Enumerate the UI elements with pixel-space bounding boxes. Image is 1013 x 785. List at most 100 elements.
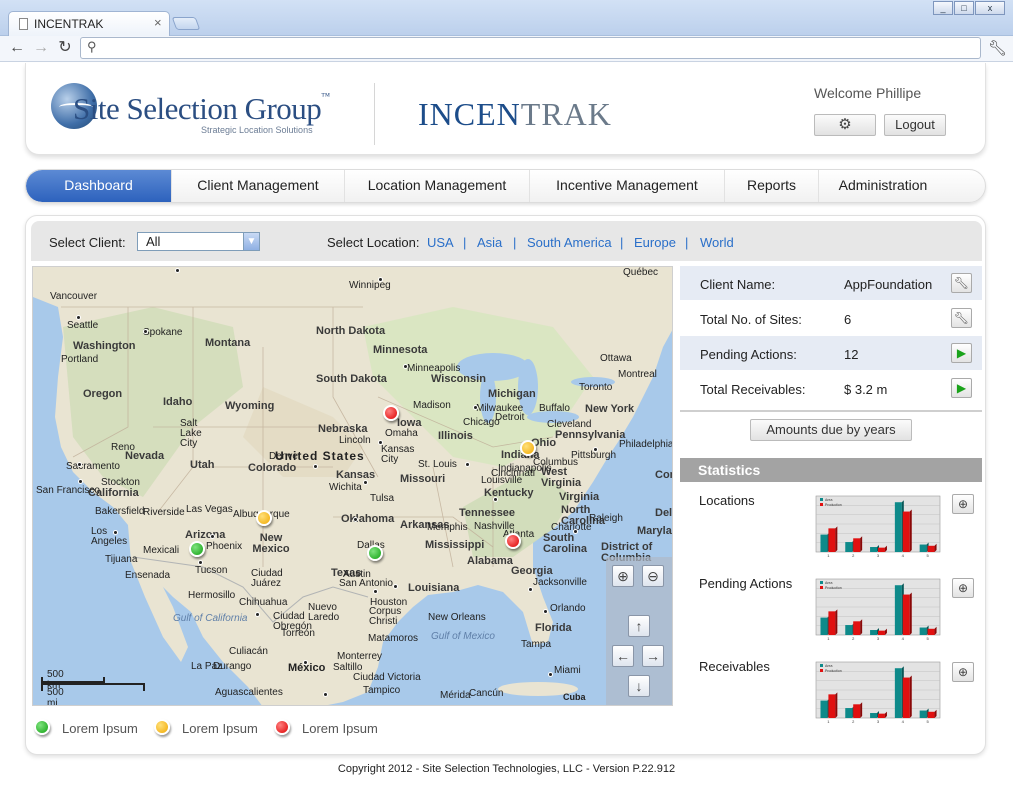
city-dot — [210, 534, 215, 539]
settings-button[interactable]: ⚙ — [814, 114, 876, 136]
pending-actions-chart[interactable]: AreaProduction 1 2 3 4 5 — [802, 573, 948, 645]
nav-administration[interactable]: Administration — [819, 170, 947, 202]
map-city-label: St. Louis — [418, 459, 457, 470]
zoom-in-icon[interactable]: ⊕ — [612, 565, 634, 587]
chart-bar — [853, 621, 861, 635]
map-city-label: Durango — [213, 661, 252, 672]
chevron-down-icon[interactable]: ▼ — [243, 233, 259, 250]
nav-client-management[interactable]: Client Management — [172, 170, 345, 202]
forward-arrow-icon[interactable]: → — [31, 38, 51, 58]
map-city-label: Omaha — [385, 428, 418, 439]
address-bar[interactable]: ⚲ — [80, 37, 981, 59]
logout-button[interactable]: Logout — [884, 114, 946, 136]
close-window-button[interactable]: x — [975, 1, 1005, 15]
chart-legend-label: Area — [825, 498, 832, 502]
map-city-label: Monterrey — [337, 651, 383, 662]
chart-legend-swatch — [820, 498, 823, 501]
city-dot — [378, 440, 383, 445]
site-marker-green[interactable] — [189, 541, 205, 557]
map-city-label: Nuevo Laredo — [308, 602, 340, 623]
nav-incentive-management[interactable]: Incentive Management — [530, 170, 725, 202]
location-map[interactable]: United States México Gulf of California … — [32, 266, 673, 706]
map-city-label: Chihuahua — [239, 597, 288, 608]
site-marker-yellow[interactable] — [256, 510, 272, 526]
map-city-label: Charlotte — [551, 522, 592, 533]
zoom-icon[interactable]: ⊕ — [952, 578, 974, 598]
chart-x-tick: 3 — [877, 719, 880, 724]
map-state-label: Michigan — [488, 388, 536, 400]
main-nav: Dashboard Client Management Location Man… — [25, 169, 986, 203]
city-dot — [363, 480, 368, 485]
client-select[interactable]: All ▼ — [137, 232, 260, 251]
map-city-label: Culiacán — [229, 646, 268, 657]
map-city-label: Matamoros — [368, 633, 419, 644]
client-select-value: All — [146, 234, 161, 249]
browser-tab-strip: INCENTRAK × _ □ x — [0, 0, 1013, 36]
site-marker-red[interactable] — [383, 405, 399, 421]
close-tab-icon[interactable]: × — [154, 15, 162, 30]
chart-bar — [902, 511, 910, 552]
map-city-label: Philadelphia — [619, 439, 673, 450]
new-tab-button[interactable] — [171, 17, 201, 30]
nav-reports[interactable]: Reports — [725, 170, 819, 202]
arrow-up-icon[interactable]: ↑ — [628, 615, 650, 637]
play-icon[interactable]: ▶ — [951, 378, 972, 398]
minimize-button[interactable]: _ — [933, 1, 953, 15]
map-city-label: Phoenix — [206, 541, 243, 552]
nav-dashboard[interactable]: Dashboard — [26, 170, 172, 202]
location-link-asia[interactable]: Asia — [477, 235, 502, 250]
map-controls: ⊕ ⊖ ↑ ← → ↓ — [606, 557, 672, 705]
map-state-label: Wisconsin — [431, 373, 486, 385]
maximize-button[interactable]: □ — [954, 1, 974, 15]
chart-bar — [894, 502, 902, 552]
map-city-label: Lincoln — [339, 435, 371, 446]
city-dot — [548, 672, 553, 677]
location-link-world[interactable]: World — [700, 235, 734, 250]
zoom-out-icon[interactable]: ⊖ — [642, 565, 664, 587]
map-city-label: Tijuana — [105, 554, 138, 565]
map-state-label: North Dakota — [316, 325, 386, 337]
chart-x-tick: 4 — [902, 719, 905, 724]
reload-icon[interactable]: ↻ — [55, 38, 75, 58]
chart-legend-swatch — [820, 503, 823, 506]
wrench-icon[interactable]: 🔧︎ — [951, 308, 972, 328]
zoom-icon[interactable]: ⊕ — [952, 494, 974, 514]
location-link-south-america[interactable]: South America — [527, 235, 612, 250]
site-marker-red[interactable] — [505, 533, 521, 549]
arrow-right-icon[interactable]: → — [642, 645, 664, 667]
arrow-down-icon[interactable]: ↓ — [628, 675, 650, 697]
play-icon[interactable]: ▶ — [951, 343, 972, 363]
site-marker-yellow[interactable] — [520, 440, 536, 456]
map-city-label: Winnipeg — [349, 280, 391, 291]
city-dot — [198, 560, 203, 565]
amounts-due-button[interactable]: Amounts due by years — [750, 419, 912, 441]
map-state-label: Nebraska — [318, 423, 368, 435]
arrow-left-icon[interactable]: ← — [612, 645, 634, 667]
wrench-icon[interactable]: 🔧︎ — [951, 273, 972, 293]
map-city-label: Memphis — [427, 522, 468, 533]
map-city-label: Buffalo — [539, 403, 570, 414]
zoom-icon[interactable]: ⊕ — [952, 662, 974, 682]
map-state-label: Missouri — [400, 473, 446, 485]
search-icon: ⚲ — [87, 39, 97, 54]
nav-location-management[interactable]: Location Management — [345, 170, 530, 202]
locations-chart[interactable]: AreaProduction 1 2 3 4 5 — [802, 490, 948, 562]
tab-title: INCENTRAK — [34, 17, 104, 31]
back-arrow-icon[interactable]: ← — [7, 38, 27, 58]
chart-x-tick: 3 — [877, 636, 880, 641]
location-link-europe[interactable]: Europe — [634, 235, 676, 250]
chart-bar-side — [860, 702, 863, 718]
browser-tab[interactable]: INCENTRAK × — [8, 11, 170, 36]
wrench-icon[interactable]: 🔧︎ — [988, 39, 1007, 57]
chart-legend-swatch — [820, 586, 823, 589]
map-city-label: Mexicali — [143, 545, 180, 556]
site-marker-green[interactable] — [367, 545, 383, 561]
receivables-chart[interactable]: AreaProduction 1 2 3 4 5 — [802, 656, 948, 728]
map-city-label: Madison — [413, 400, 451, 411]
map-state-label: Oklahoma — [341, 513, 395, 525]
location-link-usa[interactable]: USA — [427, 235, 454, 250]
map-city-label: Wichita — [329, 482, 362, 493]
info-divider — [680, 410, 982, 412]
map-city-label: Spokane — [143, 327, 183, 338]
chart-bar — [845, 625, 853, 635]
